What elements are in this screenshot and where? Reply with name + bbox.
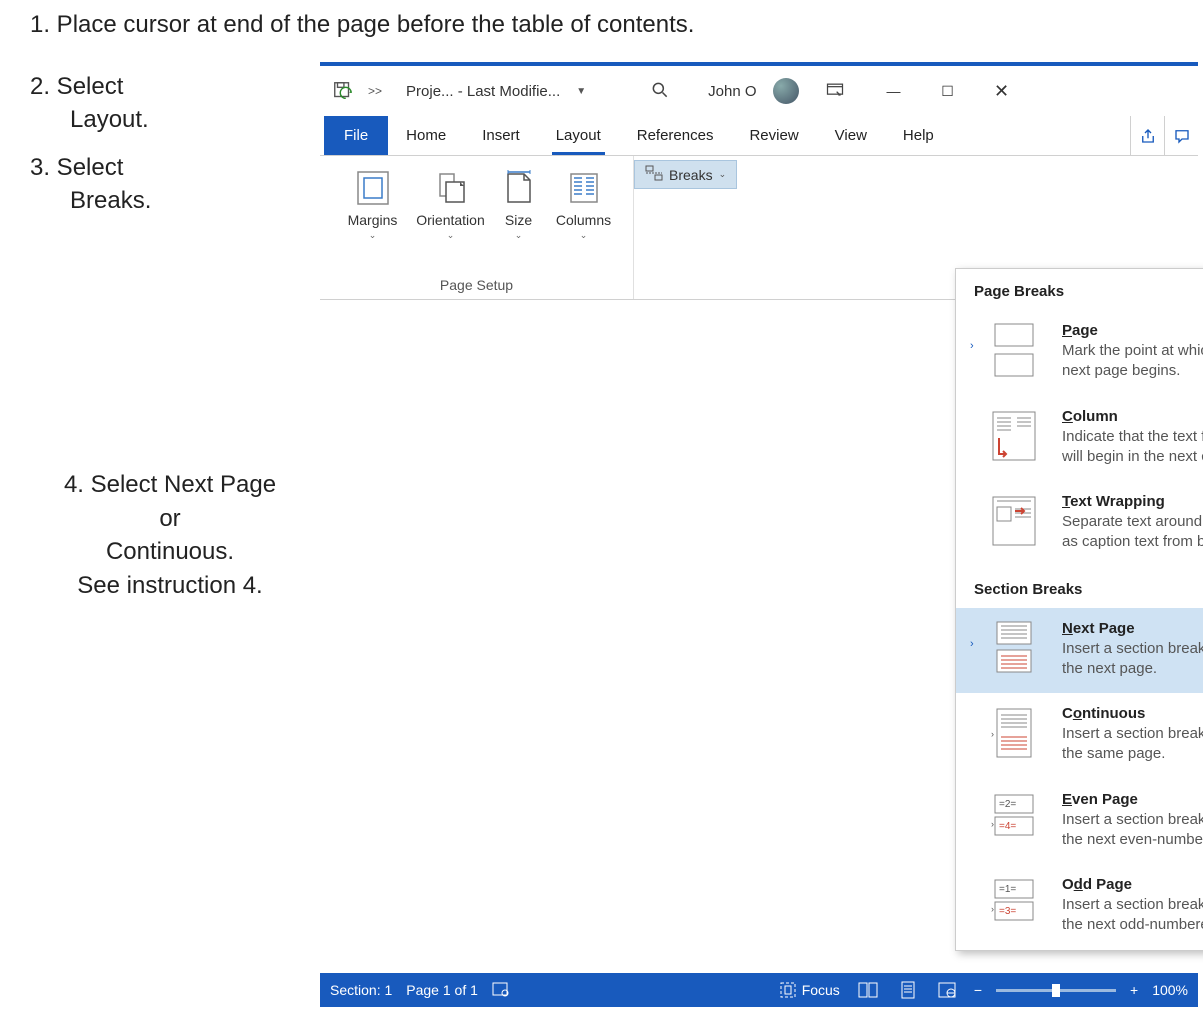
chevron-down-icon: ⌄ [447, 230, 455, 241]
instructions-panel: 1. Place cursor at end of the page befor… [30, 8, 310, 602]
columns-icon [569, 168, 599, 208]
tab-file[interactable]: File [324, 116, 388, 155]
zoom-out-button[interactable]: − [974, 982, 982, 998]
column-break-icon [986, 408, 1042, 468]
username-label[interactable]: John O [678, 83, 764, 100]
search-icon[interactable] [650, 80, 670, 103]
avatar[interactable] [773, 78, 799, 104]
instruction-step-3: 3. Select Breaks. [30, 151, 310, 218]
title-dropdown-icon[interactable]: ▼ [568, 86, 594, 97]
instruction-step-2: 2. Select Layout. [30, 70, 310, 137]
status-section[interactable]: Section: 1 [330, 982, 392, 998]
tab-references[interactable]: References [619, 116, 732, 155]
page-setup-group: Margins ⌄ Orientation ⌄ Size ⌄ [320, 156, 634, 299]
svg-text:=1=: =1= [999, 884, 1016, 895]
macro-icon[interactable] [492, 981, 510, 1000]
close-button[interactable]: ✕ [979, 81, 1025, 102]
focus-mode-button[interactable]: Focus [780, 982, 840, 998]
chevron-down-icon: ⌄ [369, 230, 377, 241]
page-break-icon: › [986, 322, 1042, 382]
ribbon-tabs: File Home Insert Layout References Revie… [320, 116, 1198, 156]
tab-view[interactable]: View [817, 116, 885, 155]
tab-layout[interactable]: Layout [538, 116, 619, 155]
word-window: >> Proje... - Last Modifie... ▼ John O —… [320, 62, 1198, 1007]
read-mode-icon[interactable] [854, 982, 882, 998]
svg-text:=3=: =3= [999, 906, 1016, 917]
ribbon-display-icon[interactable] [807, 80, 863, 103]
even-page-break-icon: =2= =4= › [986, 791, 1042, 851]
margins-button[interactable]: Margins ⌄ [335, 162, 411, 273]
tab-review[interactable]: Review [731, 116, 816, 155]
break-option-even-page[interactable]: =2==4=› Even Page Insert a section break… [956, 779, 1203, 865]
svg-text:=2=: =2= [999, 799, 1016, 810]
break-option-continuous[interactable]: › Continuous Insert a section break and … [956, 693, 1203, 779]
chevron-down-icon: ⌄ [580, 230, 588, 241]
tab-insert[interactable]: Insert [464, 116, 538, 155]
status-page[interactable]: Page 1 of 1 [406, 982, 478, 998]
margins-icon [356, 168, 390, 208]
share-button[interactable] [1130, 116, 1164, 155]
instruction-step-4: 4. Select Next Page or Continuous. See i… [30, 468, 310, 602]
break-option-page[interactable]: › Page Mark the point at which one page … [956, 310, 1203, 396]
autosave-icon[interactable] [332, 80, 354, 102]
breaks-dropdown: Page Breaks › Page Mark the point at whi… [955, 268, 1203, 951]
titlebar: >> Proje... - Last Modifie... ▼ John O —… [320, 66, 1198, 116]
statusbar: Section: 1 Page 1 of 1 Focus − + 100% [320, 973, 1198, 1007]
break-option-column[interactable]: Column Indicate that the text following … [956, 396, 1203, 482]
tab-home[interactable]: Home [388, 116, 464, 155]
minimize-button[interactable]: — [871, 83, 917, 99]
svg-text:›: › [991, 819, 994, 829]
columns-button[interactable]: Columns ⌄ [549, 162, 619, 273]
instruction-step-1: 1. Place cursor at end of the page befor… [30, 8, 830, 42]
svg-text:›: › [991, 904, 994, 914]
page-breaks-header: Page Breaks [956, 269, 1203, 310]
chevron-down-icon: ⌄ [515, 230, 523, 241]
svg-text:=4=: =4= [999, 821, 1016, 832]
break-option-odd-page[interactable]: =1==3=› Odd Page Insert a section break … [956, 864, 1203, 950]
document-title[interactable]: Proje... - Last Modifie... [396, 83, 560, 100]
text-wrapping-break-icon [986, 493, 1042, 553]
page-setup-label: Page Setup [440, 273, 513, 295]
maximize-button[interactable]: ☐ [925, 83, 971, 100]
zoom-in-button[interactable]: + [1130, 982, 1138, 998]
section-breaks-header: Section Breaks [956, 567, 1203, 608]
size-button[interactable]: Size ⌄ [491, 162, 547, 273]
break-option-text-wrapping[interactable]: Text Wrapping Separate text around objec… [956, 481, 1203, 567]
breaks-icon [645, 165, 663, 184]
next-page-break-icon: › [986, 620, 1042, 680]
orientation-button[interactable]: Orientation ⌄ [413, 162, 489, 273]
breaks-button[interactable]: Breaks ⌄ [634, 160, 737, 189]
size-icon [504, 168, 534, 208]
odd-page-break-icon: =1= =3= › [986, 876, 1042, 936]
web-layout-icon[interactable] [934, 982, 960, 998]
svg-text:›: › [991, 729, 994, 739]
chevron-down-icon: ⌄ [719, 169, 727, 180]
continuous-break-icon: › [986, 705, 1042, 765]
print-layout-icon[interactable] [896, 981, 920, 999]
tab-help[interactable]: Help [885, 116, 952, 155]
orientation-icon [434, 168, 468, 208]
zoom-level[interactable]: 100% [1152, 982, 1188, 998]
break-option-next-page[interactable]: › Next Page Insert a section break and s… [956, 608, 1203, 694]
qat-overflow[interactable]: >> [362, 84, 388, 98]
zoom-slider[interactable] [996, 989, 1116, 992]
comments-button[interactable] [1164, 116, 1198, 155]
